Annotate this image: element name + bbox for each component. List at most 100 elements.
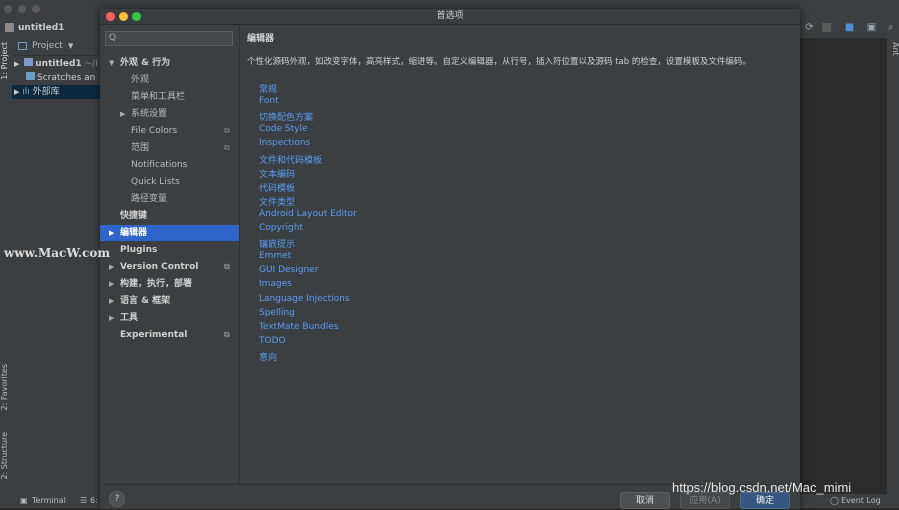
settings-nav-item[interactable]: 外观 — [100, 72, 239, 88]
tab-terminal[interactable]: Terminal — [32, 494, 66, 508]
editor-subpage-link[interactable]: 镶嵌提示 — [259, 237, 295, 250]
editor-subpage-link[interactable]: GUI Designer — [259, 265, 318, 275]
editor-subpage-link[interactable]: Font — [259, 96, 279, 106]
editor-subpage-link[interactable]: 文件类型 — [259, 195, 295, 208]
tab-ant[interactable]: Ant — [888, 42, 899, 56]
chevron-right-icon[interactable]: ▶ — [109, 276, 114, 292]
settings-nav-label: Experimental — [120, 330, 188, 340]
tree-item-external-libraries[interactable]: ▶ ılı 外部库 — [12, 85, 100, 99]
tab-project[interactable]: 1: Project — [0, 42, 12, 80]
settings-nav-label: 工具 — [120, 313, 139, 323]
settings-nav-item[interactable]: ▼ 外观 & 行为 — [100, 55, 239, 71]
project-panel-header: Project ▼ — [12, 38, 100, 56]
tree-item-project[interactable]: ▶ untitled1 ~/I — [14, 57, 98, 71]
chevron-right-icon[interactable]: ▶ — [109, 310, 114, 326]
editor-subpage-link[interactable]: Android Layout Editor — [259, 209, 357, 219]
editor-subpage-link[interactable]: Images — [259, 279, 292, 289]
chevron-right-icon[interactable]: ▶ — [120, 106, 125, 122]
editor-subpage-link[interactable]: 文件和代码模板 — [259, 153, 322, 166]
tree-item-scratches[interactable]: Scratches an — [26, 71, 95, 85]
tab-favorites[interactable]: 2: Favorites — [0, 364, 12, 410]
tree-item-label: Scratches an — [37, 73, 96, 83]
project-level-icon: ⧉ — [224, 330, 230, 339]
settings-nav-item[interactable]: Notifications — [100, 157, 239, 173]
settings-nav-item[interactable]: ▶ 工具 — [100, 310, 239, 326]
settings-nav-item[interactable]: ▶ 语言 & 框架 — [100, 293, 239, 309]
editor-subpage-link[interactable]: 切换配色方案 — [259, 110, 313, 123]
settings-search-input[interactable]: Q — [105, 31, 233, 46]
help-button[interactable]: ? — [109, 491, 125, 507]
settings-nav: Q ▼ 外观 & 行为 外观 菜单和工具栏 ▶ 系统设置 File Colors ⧉ 范围 ⧉ No… — [100, 25, 240, 484]
event-log-icon: ◯ — [830, 496, 839, 505]
settings-nav-item[interactable]: 范围 ⧉ — [100, 140, 239, 156]
zoom-window-icon[interactable] — [32, 5, 40, 13]
expand-arrow-icon[interactable]: ▶ — [14, 60, 19, 68]
settings-nav-label: 语言 & 框架 — [120, 296, 171, 306]
tree-item-label: 外部库 — [32, 87, 60, 97]
settings-nav-label: 范围 — [131, 143, 150, 153]
project-level-icon: ⧉ — [224, 262, 230, 271]
layout-icon[interactable]: ▣ — [866, 22, 877, 33]
chevron-right-icon[interactable]: ▶ — [109, 225, 114, 241]
tab-todo[interactable]: 6: — [90, 494, 98, 508]
editor-subpage-link[interactable]: 文本编码 — [259, 167, 295, 180]
chevron-right-icon[interactable]: ▶ — [109, 293, 114, 309]
settings-nav-item[interactable]: ▶ 系统设置 — [100, 106, 239, 122]
settings-nav-item[interactable]: 快捷键 — [100, 208, 239, 224]
library-icon: ılı — [22, 87, 30, 97]
editor-subpage-link[interactable]: TextMate Bundles — [259, 322, 338, 332]
chevron-down-icon[interactable]: ▼ — [109, 55, 114, 71]
dialog-title: 首选项 — [436, 11, 464, 21]
settings-nav-item[interactable]: Quick Lists — [100, 174, 239, 190]
stop-icon[interactable] — [822, 23, 831, 32]
navigation-bar: untitled1 — [0, 18, 100, 38]
editor-subpage-link[interactable]: 常规 — [259, 82, 277, 95]
editor-subpage-link[interactable]: 代码模板 — [259, 181, 295, 194]
page-title: 编辑器 — [247, 34, 275, 44]
settings-nav-item[interactable]: File Colors ⧉ — [100, 123, 239, 139]
settings-nav-item[interactable]: ▶ 编辑器 — [100, 225, 239, 241]
settings-nav-label: Version Control — [120, 262, 199, 272]
project-panel: Project ▼ ▶ untitled1 ~/I Scratches an ▶… — [12, 38, 100, 494]
cancel-button[interactable]: 取消 — [620, 492, 670, 509]
settings-nav-label: 路径变量 — [131, 194, 168, 204]
minimize-window-icon[interactable] — [18, 5, 26, 13]
editor-subpage-link[interactable]: TODO — [259, 336, 286, 346]
settings-nav-item[interactable]: 路径变量 — [100, 191, 239, 207]
editor-subpage-link[interactable]: Inspections — [259, 138, 310, 148]
editor-subpage-link[interactable]: Emmet — [259, 251, 291, 261]
tab-event-log[interactable]: Event Log — [841, 494, 881, 508]
editor-subpage-link[interactable]: 意向 — [259, 350, 277, 363]
preferences-dialog: 首选项 Q ▼ 外观 & 行为 外观 菜单和工具栏 ▶ 系统设置 File Colors ⧉ 范… — [100, 9, 800, 509]
settings-nav-label: 外观 — [131, 75, 150, 85]
settings-nav-item[interactable]: 菜单和工具栏 — [100, 89, 239, 105]
project-level-icon: ⧉ — [224, 126, 230, 135]
editor-subpage-link[interactable]: Copyright — [259, 223, 303, 233]
editor-subpage-link[interactable]: Language Injections — [259, 294, 350, 304]
tree-item-label: untitled1 — [35, 59, 82, 69]
search-everywhere-icon[interactable]: ⌕ — [885, 22, 896, 33]
project-view-icon — [18, 42, 27, 50]
watermark: www.MacW.com — [4, 246, 111, 260]
tree-item-path: ~/I — [84, 59, 98, 69]
editor-subpage-link[interactable]: Spelling — [259, 308, 295, 318]
settings-nav-label: 系统设置 — [131, 109, 168, 119]
chevron-right-icon[interactable]: ▶ — [109, 259, 114, 275]
chevron-down-icon[interactable]: ▼ — [68, 38, 73, 55]
breadcrumb-project[interactable]: untitled1 — [18, 18, 64, 38]
project-structure-icon[interactable]: ■ — [844, 22, 855, 33]
project-level-icon: ⧉ — [224, 143, 230, 152]
settings-nav-label: 构建，执行，部署 — [120, 279, 193, 289]
tab-structure[interactable]: 2: Structure — [0, 432, 12, 480]
editor-subpage-link[interactable]: Code Style — [259, 124, 308, 134]
close-window-icon[interactable] — [4, 5, 12, 13]
settings-nav-item[interactable]: Plugins — [100, 242, 239, 258]
project-view-dropdown[interactable]: Project — [32, 38, 63, 55]
refresh-icon[interactable]: ⟳ — [804, 22, 815, 33]
settings-nav-item[interactable]: Experimental ⧉ — [100, 327, 239, 343]
settings-nav-item[interactable]: ▶ 构建，执行，部署 — [100, 276, 239, 292]
settings-nav-item[interactable]: ▶ Version Control ⧉ — [100, 259, 239, 275]
expand-arrow-icon[interactable]: ▶ — [14, 88, 19, 96]
right-toolbar: ⟳ ■ ▣ ⌕ — [800, 18, 899, 38]
scratches-icon — [26, 72, 35, 80]
